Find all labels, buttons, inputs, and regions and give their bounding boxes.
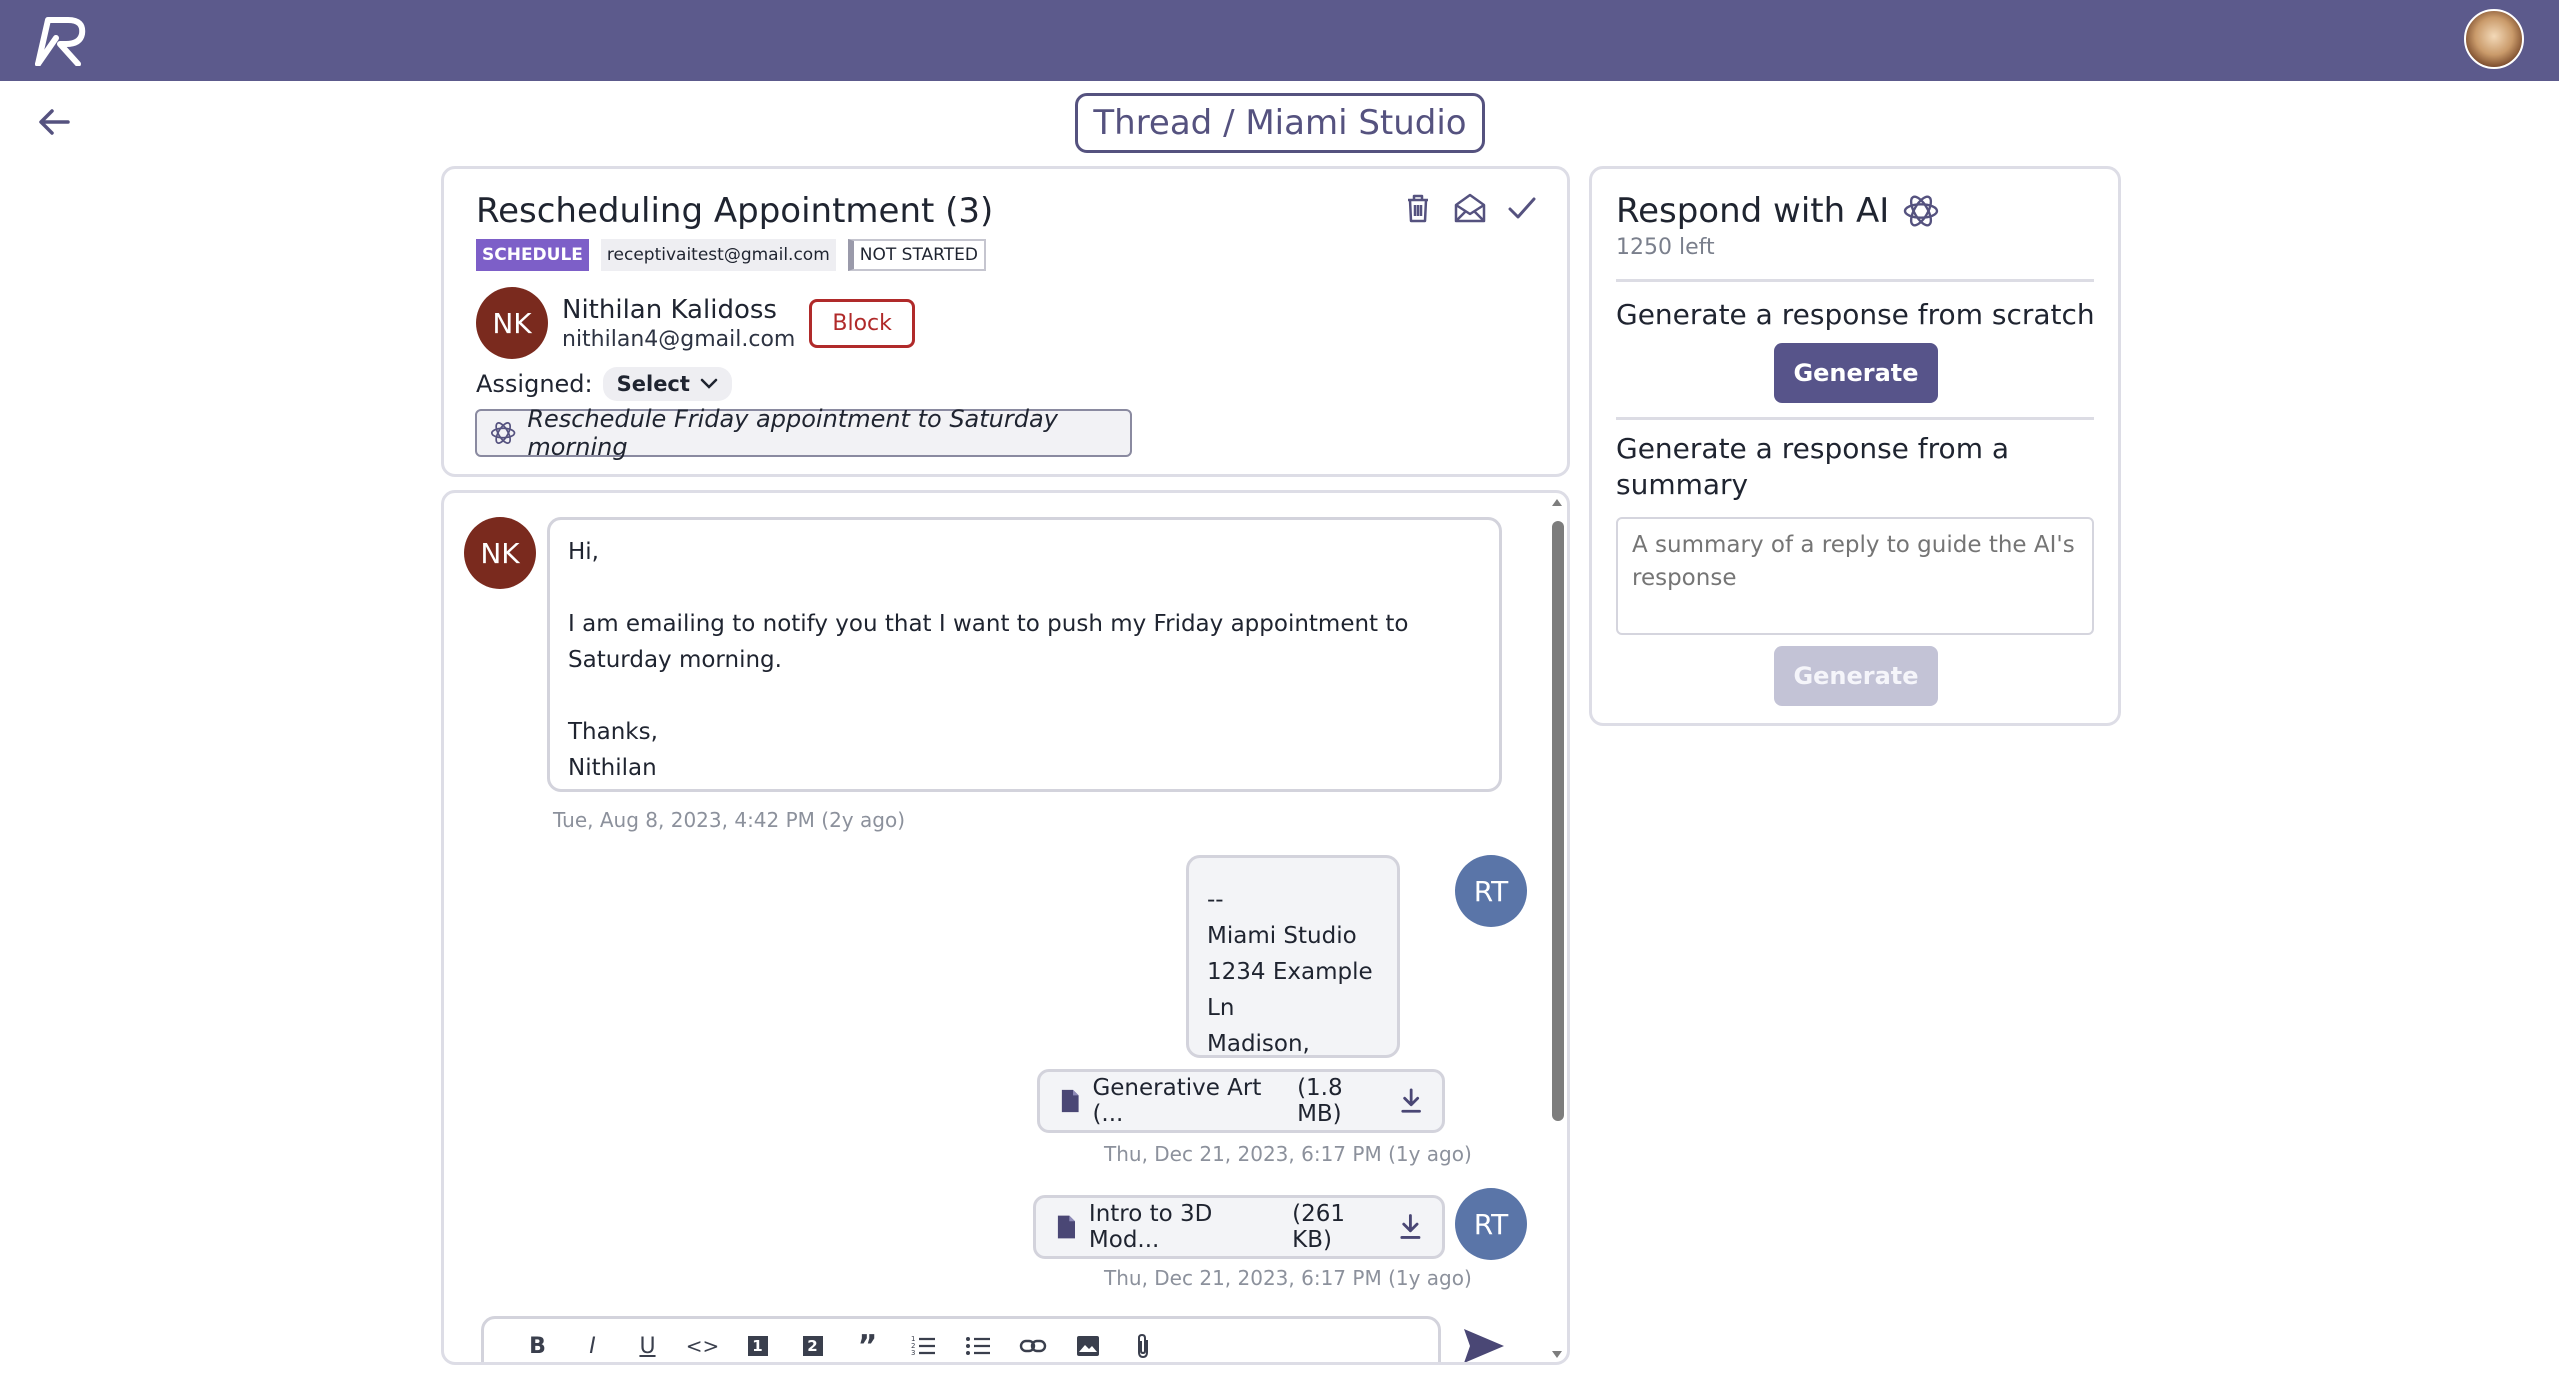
message-line: 1234 Example Ln: [1207, 959, 1373, 1021]
outgoing-message: -- Miami Studio 1234 Example Ln Madison,…: [1186, 855, 1400, 1093]
outgoing-avatar: RT: [1455, 855, 1527, 927]
scratch-heading: Generate a response from scratch: [1616, 298, 2095, 331]
status-badge[interactable]: NOT STARTED: [847, 239, 986, 271]
assigned-label: Assigned:: [476, 370, 593, 398]
bold-button[interactable]: B: [510, 1328, 565, 1362]
attachment-timestamp: Thu, Dec 21, 2023, 6:17 PM (1y ago): [1104, 1142, 1472, 1166]
attachment-size: (1.8 MB): [1297, 1075, 1343, 1127]
message-line: --: [1207, 887, 1224, 913]
attachment-name: Generative Art (...: [1092, 1075, 1262, 1127]
ai-sparkle-icon: [1904, 195, 1939, 227]
scrollbar[interactable]: [1547, 493, 1569, 1362]
file-icon: [1057, 1215, 1076, 1239]
attachment-timestamp: Thu, Dec 21, 2023, 6:17 PM (1y ago): [1104, 1266, 1472, 1290]
message-line: Thanks,: [568, 719, 658, 745]
scroll-up-icon[interactable]: [1549, 495, 1569, 509]
download-icon[interactable]: [1399, 1213, 1422, 1241]
attachment-name: Intro to 3D Mod...: [1088, 1201, 1213, 1253]
send-icon[interactable]: [1462, 1326, 1506, 1365]
assignment-row: Assigned: Select: [476, 367, 732, 401]
ai-title-text: Respond with AI: [1616, 191, 1890, 231]
thread-header-card: Rescheduling Appointment (3) SCHEDULE re…: [441, 166, 1570, 477]
category-badge[interactable]: SCHEDULE: [476, 239, 589, 271]
app-logo-icon[interactable]: [34, 14, 92, 66]
back-arrow-icon[interactable]: [36, 104, 72, 140]
top-navigation-bar: [0, 0, 2559, 81]
attachment-item[interactable]: Generative Art (... (1.8 MB): [1037, 1069, 1445, 1133]
incoming-message: Hi, I am emailing to notify you that I w…: [547, 517, 1502, 792]
check-icon[interactable]: [1505, 191, 1539, 225]
attach-icon[interactable]: [1115, 1328, 1170, 1362]
scroll-thumb[interactable]: [1552, 521, 1564, 1121]
bullet-list-icon[interactable]: [950, 1328, 1005, 1362]
download-icon[interactable]: [1400, 1087, 1422, 1115]
code-button[interactable]: <>: [675, 1328, 730, 1362]
message-line: Miami Studio: [1207, 923, 1357, 949]
attachment-size: (261 KB): [1292, 1201, 1345, 1253]
divider: [1616, 417, 2094, 420]
heading-1-button[interactable]: 1: [730, 1328, 785, 1362]
ai-summary-chip: Reschedule Friday appointment to Saturda…: [475, 405, 1132, 461]
ai-credits: 1250 left: [1616, 235, 1715, 260]
incoming-timestamp: Tue, Aug 8, 2023, 4:42 PM (2y ago): [553, 808, 905, 832]
page-title-breadcrumb: Thread / Miami Studio: [1075, 93, 1485, 153]
scroll-down-icon[interactable]: [1549, 1348, 1569, 1362]
file-icon: [1061, 1089, 1079, 1113]
message-line: I am emailing to notify you that I want …: [568, 611, 1409, 673]
sender-email: nithilan4@gmail.com: [562, 326, 796, 352]
reply-editor[interactable]: B I U <> 1 2 ” 123: [481, 1316, 1441, 1363]
message-line: Nithilan: [568, 755, 657, 781]
incoming-avatar: NK: [464, 517, 536, 589]
ai-panel-title: Respond with AI: [1616, 191, 1941, 231]
message-line: Hi,: [568, 539, 599, 565]
ai-response-panel: Respond with AI 1250 left Generate a res…: [1589, 166, 2121, 726]
mail-open-icon[interactable]: [1453, 191, 1487, 225]
svg-text:3: 3: [911, 1349, 915, 1357]
summary-input[interactable]: [1616, 517, 2094, 635]
summary-heading: Generate a response from a summary: [1616, 432, 2010, 501]
heading-2-button[interactable]: 2: [785, 1328, 840, 1362]
image-icon[interactable]: [1060, 1328, 1115, 1362]
trash-icon[interactable]: [1401, 191, 1435, 225]
assignee-value: Select: [616, 372, 690, 396]
thread-subject: Rescheduling Appointment (3): [476, 191, 994, 231]
italic-button[interactable]: I: [565, 1328, 620, 1362]
thread-tags: SCHEDULE receptivaitest@gmail.com NOT ST…: [476, 239, 986, 271]
thread-actions: [1401, 191, 1539, 225]
sender-avatar: NK: [476, 287, 548, 359]
attachment-item[interactable]: Intro to 3D Mod... (261 KB): [1033, 1195, 1445, 1259]
user-avatar[interactable]: [2464, 9, 2524, 69]
assignee-select[interactable]: Select: [602, 367, 732, 401]
generate-from-scratch-button[interactable]: Generate: [1774, 343, 1938, 403]
link-icon[interactable]: [1005, 1328, 1060, 1362]
generate-from-summary-button[interactable]: Generate: [1774, 646, 1938, 706]
divider: [1616, 279, 2094, 282]
ai-summary-text: Reschedule Friday appointment to Saturda…: [527, 405, 1058, 461]
sender-info: NK Nithilan Kalidoss nithilan4@gmail.com…: [476, 287, 915, 359]
inbox-badge: receptivaitest@gmail.com: [600, 239, 836, 271]
attachment-owner-avatar: RT: [1455, 1188, 1527, 1260]
quote-button[interactable]: ”: [840, 1328, 895, 1363]
messages-panel: NK Hi, I am emailing to notify you that …: [441, 490, 1570, 1365]
ai-sparkle-icon: [490, 422, 516, 444]
underline-button[interactable]: U: [620, 1328, 675, 1362]
block-button[interactable]: Block: [809, 298, 915, 348]
chevron-down-icon: [700, 378, 718, 389]
sender-name: Nithilan Kalidoss: [562, 294, 777, 325]
ordered-list-icon[interactable]: 123: [895, 1328, 950, 1362]
